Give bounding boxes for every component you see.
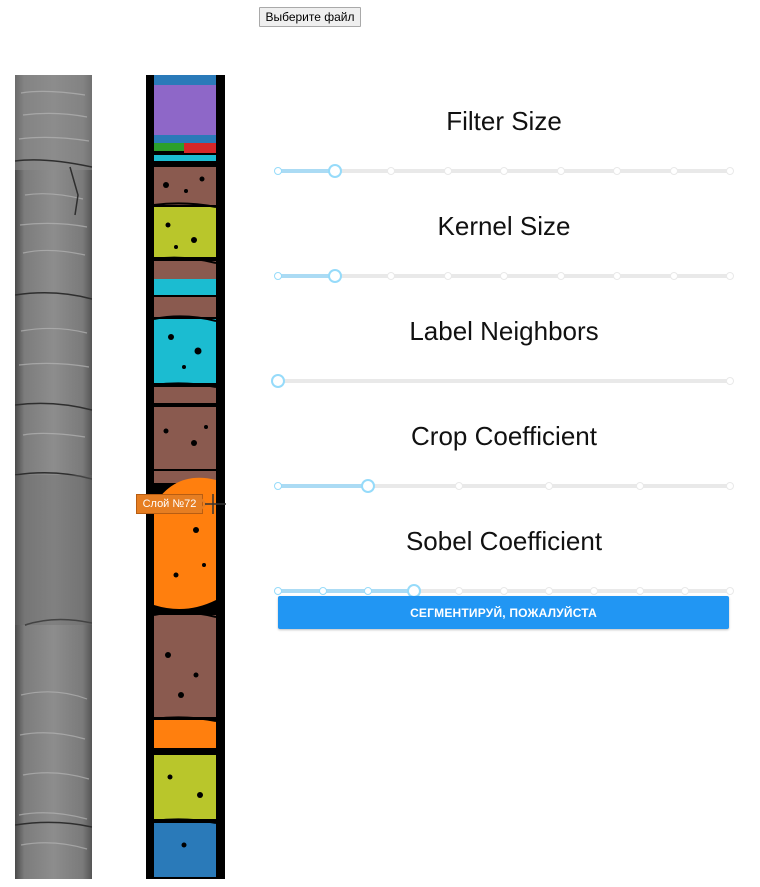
- segmentation-strip[interactable]: [146, 75, 225, 879]
- slider-step-dot[interactable]: [274, 272, 282, 280]
- slider-handle[interactable]: [271, 374, 285, 388]
- slider-step-dot[interactable]: [454, 587, 463, 595]
- slider-step-dot[interactable]: [726, 167, 734, 175]
- slider-track: [278, 484, 369, 488]
- crop-coefficient-slider[interactable]: [274, 479, 734, 493]
- slider-step-dot[interactable]: [500, 272, 508, 280]
- slider-step-dot[interactable]: [545, 587, 554, 595]
- slider-step-dot[interactable]: [443, 167, 452, 175]
- slider-step-dot[interactable]: [500, 167, 508, 175]
- slider-step-dot[interactable]: [669, 272, 678, 280]
- slider-step-dot[interactable]: [274, 482, 282, 490]
- slider-handle[interactable]: [361, 479, 376, 493]
- slider-step-dot[interactable]: [726, 272, 734, 280]
- slider-step-dot[interactable]: [387, 272, 395, 280]
- slider-step-dot[interactable]: [319, 587, 328, 595]
- slider-step-dot[interactable]: [613, 167, 621, 175]
- slider-handle[interactable]: [327, 164, 342, 178]
- file-chooser-button[interactable]: Выберите файл: [259, 7, 361, 27]
- slider-track: [278, 169, 335, 173]
- filter-size-label: Filter Size: [446, 106, 562, 136]
- label-neighbors-slider[interactable]: [271, 374, 734, 388]
- slider-track: [278, 589, 414, 593]
- slider-step-dot[interactable]: [613, 272, 621, 280]
- slider-step-dot[interactable]: [726, 482, 734, 490]
- crosshair-cursor-icon: [200, 494, 226, 514]
- slider-step-dot[interactable]: [726, 587, 734, 595]
- slider-step-dot[interactable]: [726, 377, 734, 385]
- slider-track: [278, 274, 335, 278]
- slider-step-dot[interactable]: [443, 272, 452, 280]
- slider-step-dot[interactable]: [545, 482, 554, 490]
- segment-button[interactable]: СЕГМЕНТИРУЙ, ПОЖАЛУЙСТА: [278, 596, 729, 629]
- slider-step-dot[interactable]: [590, 587, 599, 595]
- slider-step-dot[interactable]: [364, 587, 373, 595]
- slider-step-dot[interactable]: [274, 587, 282, 595]
- layer-tooltip: Слой №72: [136, 494, 203, 514]
- kernel-size-label: Kernel Size: [437, 211, 571, 241]
- slider-rail[interactable]: [278, 379, 730, 383]
- slider-step-dot[interactable]: [635, 482, 644, 490]
- label-neighbors-label: Label Neighbors: [409, 316, 599, 346]
- slider-handle[interactable]: [327, 269, 342, 283]
- slider-step-dot[interactable]: [387, 167, 395, 175]
- slider-step-dot[interactable]: [556, 167, 565, 175]
- crop-coefficient-label: Crop Coefficient: [411, 421, 597, 451]
- kernel-size-slider[interactable]: [274, 269, 734, 283]
- slider-step-dot[interactable]: [680, 587, 689, 595]
- slider-step-dot[interactable]: [454, 482, 463, 490]
- slider-step-dot[interactable]: [274, 167, 282, 175]
- slider-step-dot[interactable]: [669, 167, 678, 175]
- slider-step-dot[interactable]: [556, 272, 565, 280]
- filter-size-slider[interactable]: [274, 164, 734, 178]
- core-sample-image: [15, 75, 92, 879]
- sobel-coefficient-label: Sobel Coefficient: [405, 526, 603, 556]
- slider-step-dot[interactable]: [500, 587, 508, 595]
- slider-step-dot[interactable]: [635, 587, 644, 595]
